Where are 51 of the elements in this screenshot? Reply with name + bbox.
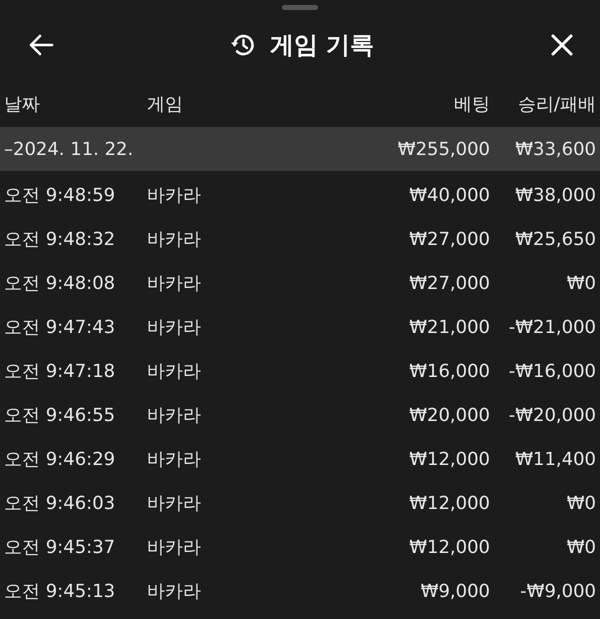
- table-cell-text: 바카라: [147, 448, 202, 471]
- column-header: 승리/패배: [516, 93, 596, 116]
- column-header: 게임: [147, 93, 184, 116]
- table-cell-text: -₩9,000: [519, 580, 596, 602]
- table-cell-text: ₩0: [566, 536, 596, 558]
- column-header: 날짜: [4, 93, 41, 116]
- table-cell-text: 오전 9:45:13: [4, 580, 116, 603]
- table-cell-text: 오전 9:46:29: [4, 448, 116, 471]
- table-cell-text: ₩0: [566, 272, 596, 294]
- table-cell-text: ₩25,650: [514, 228, 596, 250]
- table-cell-text: ₩27,000: [408, 272, 490, 294]
- table-cell-text: 바카라: [147, 580, 202, 603]
- table-cell-text: 바카라: [147, 404, 202, 427]
- table-cell-text: 오전 9:45:37: [4, 536, 116, 559]
- column-header: 베팅: [453, 93, 490, 116]
- group-date: –2024. 11. 22.: [4, 138, 134, 160]
- table-cell-text: ₩20,000: [408, 404, 490, 426]
- table-cell-text: ₩16,000: [408, 360, 490, 382]
- table-cell-text: 바카라: [147, 492, 202, 515]
- group-bet-total: ₩255,000: [396, 138, 490, 160]
- table-cell-text: ₩12,000: [408, 492, 490, 514]
- table-cell-text: ₩12,000: [408, 536, 490, 558]
- date-group-row[interactable]: –2024. 11. 22. ₩255,000 ₩33,600: [0, 127, 600, 171]
- table-cell-text: ₩21,000: [408, 316, 490, 338]
- table-cell-text: 오전 9:46:03: [4, 492, 116, 515]
- table-cell-text: ₩9,000: [420, 580, 490, 602]
- group-result-total: ₩33,600: [514, 138, 596, 160]
- table-cell-text: ₩11,400: [514, 448, 596, 470]
- table-cell-text: ₩12,000: [408, 448, 490, 470]
- table-cell-text: -₩21,000: [508, 316, 596, 338]
- window-title: 게임 기록: [270, 30, 374, 61]
- history-icon: [230, 32, 256, 58]
- table-cell-text: 오전 9:47:43: [4, 316, 116, 339]
- table-cell-text: 오전 9:48:59: [4, 184, 116, 207]
- table-cell-text: 오전 9:46:55: [4, 404, 116, 427]
- table-cell-text: ₩0: [566, 492, 596, 514]
- table-cell-text: -₩20,000: [508, 404, 596, 426]
- table-cell-text: -₩16,000: [508, 360, 596, 382]
- table-cell-text: 바카라: [147, 228, 202, 251]
- table-cell-text: ₩27,000: [408, 228, 490, 250]
- table-cell-text: 오전 9:48:32: [4, 228, 116, 251]
- drag-handle[interactable]: [282, 5, 318, 10]
- table-cell-text: 바카라: [147, 184, 202, 207]
- table-cell-text: ₩40,000: [408, 184, 490, 206]
- table-cell-text: ₩38,000: [514, 184, 596, 206]
- table-cell-text: 오전 9:47:18: [4, 360, 116, 383]
- table-cell-text: 오전 9:48:08: [4, 272, 116, 295]
- table-cell-text: 바카라: [147, 272, 202, 295]
- table-cell-text: 바카라: [147, 316, 202, 339]
- table-cell-text: 바카라: [147, 536, 202, 559]
- table-cell-text: 바카라: [147, 360, 202, 383]
